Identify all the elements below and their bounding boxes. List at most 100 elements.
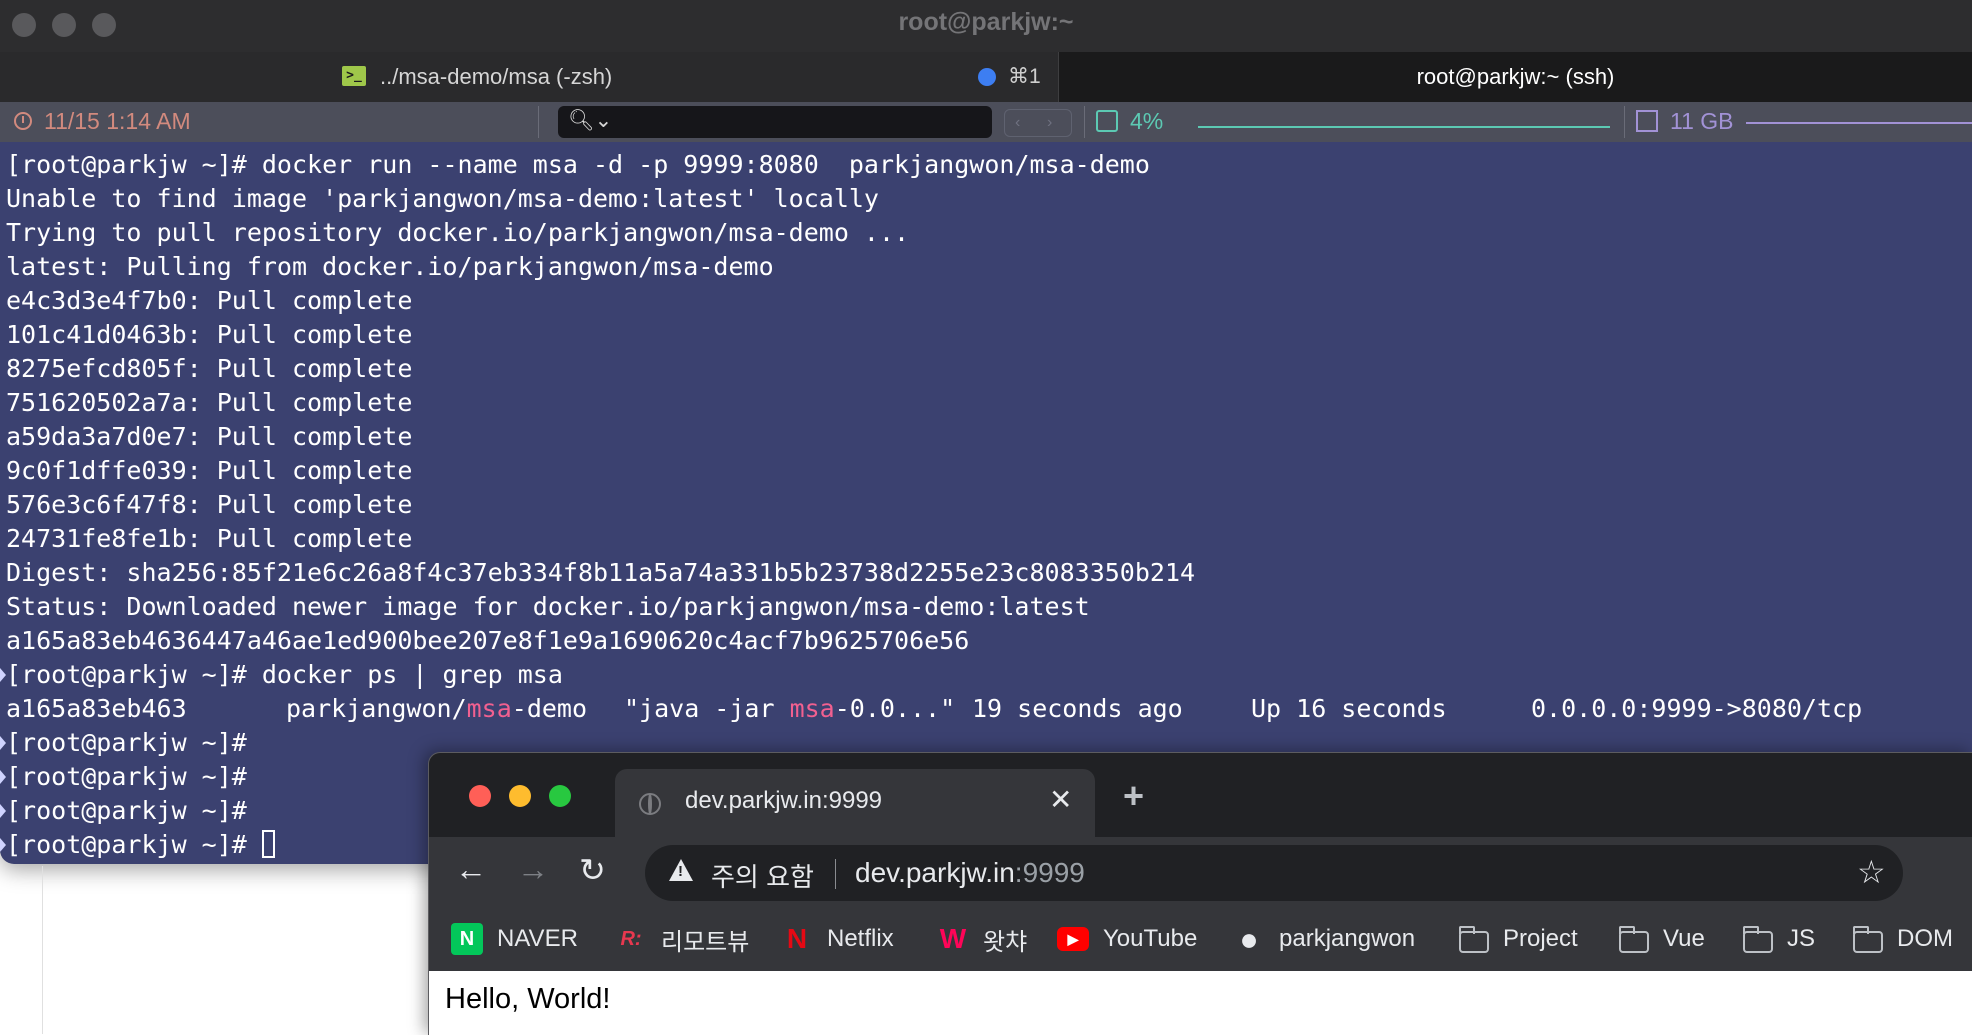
warning-icon[interactable] — [669, 859, 693, 881]
close-window-button[interactable] — [469, 785, 491, 807]
bookmark-remoteview[interactable]: R: 리모트뷰 — [615, 921, 749, 957]
bookmark-label: 왓챠 — [983, 928, 1028, 956]
container-ports: 0.0.0.0:9999->8080/tcp — [1531, 694, 1863, 723]
bookmark-youtube[interactable]: ▶ YouTube — [1057, 921, 1197, 957]
bookmark-label: DOM — [1897, 925, 1953, 952]
zoom-window-button[interactable] — [549, 785, 571, 807]
back-arrow-icon[interactable]: ← — [455, 851, 487, 888]
browser-tab[interactable]: dev.parkjw.in:9999 ✕ — [615, 769, 1095, 837]
prompt-text: [root@parkjw ~]# — [6, 762, 247, 791]
container-created: 19 seconds ago — [972, 694, 1183, 723]
memory-icon — [1636, 110, 1658, 132]
folder-icon — [1853, 926, 1883, 953]
status-time: 11/15 1:14 AM — [44, 108, 191, 134]
tab-zsh[interactable]: >_ ../msa-demo/msa (-zsh) ⌘1 — [0, 52, 1059, 102]
address-bar[interactable]: 주의 요함 dev.parkjw.in:9999 ☆ — [645, 845, 1903, 901]
reload-icon[interactable]: ↻ — [579, 851, 606, 889]
status-divider — [1624, 106, 1625, 138]
watcha-icon: W — [939, 923, 967, 954]
clock-icon — [14, 112, 32, 130]
prompt-marker-icon — [0, 770, 6, 784]
browser-toolbar: ← → ↻ 주의 요함 dev.parkjw.in:9999 ☆ — [429, 837, 1972, 907]
new-tab-button[interactable]: + — [1123, 775, 1144, 817]
command-text: -0.0..." — [834, 694, 956, 723]
folder-icon — [1743, 926, 1773, 953]
prompt-marker-icon — [0, 668, 6, 682]
command-text: "java -jar — [624, 694, 790, 723]
bookmark-star-icon[interactable]: ☆ — [1857, 853, 1886, 891]
prompt-marker-icon — [0, 838, 6, 852]
bookmarks-bar: N NAVER R: 리모트뷰 N Netflix W 왓챠 ▶ YouTube… — [429, 907, 1972, 971]
search-input[interactable]: 🔍︎⌄ — [558, 106, 992, 138]
search-nav-buttons[interactable]: ‹ › — [1004, 109, 1072, 137]
bookmark-watcha[interactable]: W 왓챠 — [937, 921, 1027, 957]
prompt-text: [root@parkjw ~]# — [6, 796, 247, 825]
bookmark-label: 리모트뷰 — [661, 928, 750, 956]
security-warning[interactable]: 주의 요함 — [711, 857, 814, 894]
terminal-line: a165a83eb4636447a46ae1ed900bee207e8f1e9a… — [6, 626, 970, 655]
chevron-left-icon[interactable]: ‹ — [1015, 110, 1020, 136]
bookmark-folder-dom[interactable]: DOM — [1853, 921, 1953, 957]
bookmark-parkjangwon[interactable]: ● parkjangwon — [1233, 921, 1415, 957]
terminal-line: Trying to pull repository docker.io/park… — [6, 218, 910, 247]
terminal-line: a59da3a7d0e7: Pull complete — [6, 422, 413, 451]
terminal-tab-bar: >_ ../msa-demo/msa (-zsh) ⌘1 root@parkjw… — [0, 52, 1972, 102]
terminal-icon: >_ — [342, 66, 366, 86]
prompt-text: [root@parkjw ~]# — [6, 830, 262, 859]
terminal-line: 8275efcd805f: Pull complete — [6, 354, 413, 383]
background-divider — [42, 866, 43, 1034]
bookmark-label: parkjangwon — [1279, 925, 1416, 952]
globe-icon — [639, 793, 661, 815]
tab-title: dev.parkjw.in:9999 — [685, 787, 883, 814]
bookmark-label: Netflix — [827, 925, 894, 952]
cpu-usage: 4% — [1130, 108, 1164, 134]
status-bar: 11/15 1:14 AM 🔍︎⌄ ‹ › 4% 11 GB — [0, 102, 1972, 142]
container-status: Up 16 seconds — [1251, 694, 1447, 723]
close-tab-icon[interactable]: ✕ — [1049, 783, 1072, 816]
container-id: a165a83eb463 — [6, 694, 187, 723]
naver-icon: N — [451, 923, 483, 955]
url-text[interactable]: dev.parkjw.in:9999 — [855, 857, 1085, 889]
terminal-line: Unable to find image 'parkjangwon/msa-de… — [6, 184, 879, 213]
bookmark-folder-js[interactable]: JS — [1743, 921, 1815, 957]
terminal-line: [root@parkjw ~]# docker ps | grep msa — [0, 658, 1972, 692]
terminal-line: latest: Pulling from docker.io/parkjangw… — [6, 252, 774, 281]
github-icon: ● — [1239, 921, 1259, 957]
page-content: Hello, World! — [429, 971, 1972, 1035]
bookmark-netflix[interactable]: N Netflix — [781, 921, 894, 957]
grep-match: msa — [789, 694, 835, 723]
image-text: parkjangwon/ — [286, 694, 467, 723]
bookmark-label: Vue — [1663, 925, 1705, 952]
tab-label: ../msa-demo/msa (-zsh) — [380, 64, 613, 89]
prompt-marker-icon — [0, 804, 6, 818]
bookmark-label: Project — [1503, 925, 1578, 952]
youtube-icon: ▶ — [1057, 927, 1089, 951]
terminal-window: root@parkjw:~ >_ ../msa-demo/msa (-zsh) … — [0, 0, 1972, 864]
tab-shortcut: ⌘1 — [1008, 65, 1041, 88]
terminal-line: 751620502a7a: Pull complete — [6, 388, 413, 417]
container-image: parkjangwon/msa-demo — [286, 692, 587, 726]
folder-icon — [1459, 926, 1489, 953]
bookmark-folder-vue[interactable]: Vue — [1619, 921, 1705, 957]
bookmark-label: JS — [1787, 925, 1816, 952]
minimize-window-button[interactable] — [509, 785, 531, 807]
terminal-line: Digest: sha256:85f21e6c26a8f4c37eb334f8b… — [6, 558, 1196, 587]
bookmark-folder-project[interactable]: Project — [1459, 921, 1578, 957]
bookmark-label: NAVER — [497, 925, 578, 952]
container-command: "java -jar msa-0.0..." — [624, 692, 955, 726]
window-title: root@parkjw:~ — [898, 8, 1074, 36]
chevron-right-icon[interactable]: › — [1047, 110, 1052, 136]
prompt-text: [root@parkjw ~]# — [6, 728, 247, 757]
remoteview-icon: R: — [620, 928, 642, 950]
terminal-line: e4c3d3e4f7b0: Pull complete — [6, 286, 413, 315]
memory-usage: 11 GB — [1670, 108, 1734, 134]
bookmark-naver[interactable]: N NAVER — [451, 921, 578, 957]
folder-icon — [1619, 926, 1649, 953]
terminal-titlebar: root@parkjw:~ — [0, 0, 1972, 52]
page-text: Hello, World! — [445, 983, 611, 1015]
forward-arrow-icon[interactable]: → — [517, 851, 549, 888]
cpu-icon — [1096, 110, 1118, 132]
search-icon: 🔍︎⌄ — [568, 109, 613, 132]
omnibox-divider — [835, 859, 836, 889]
tab-ssh[interactable]: root@parkjw:~ (ssh) — [1059, 52, 1972, 102]
